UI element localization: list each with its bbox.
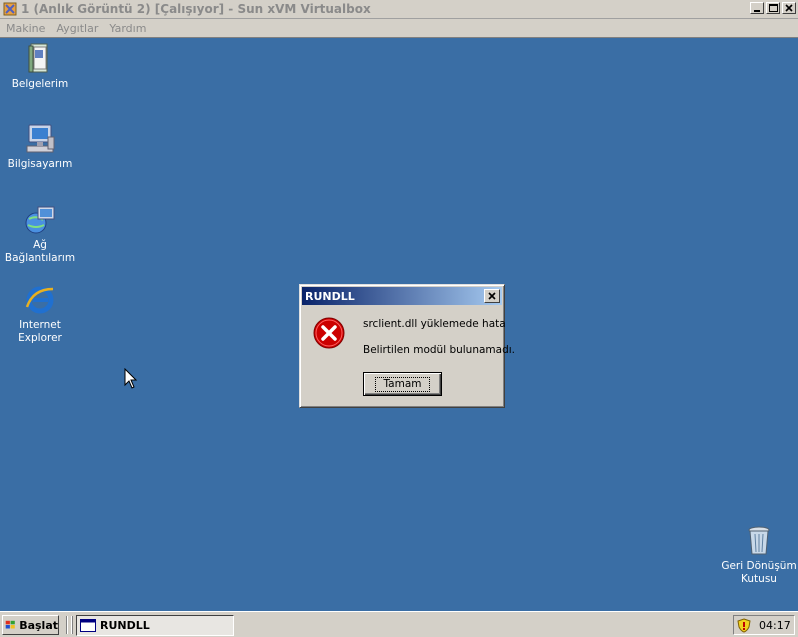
close-icon [488, 292, 496, 300]
start-button[interactable]: Başlat [2, 615, 59, 635]
taskbar-item-label: RUNDLL [100, 619, 150, 632]
desktop-icon-label-line1: Internet [19, 319, 61, 331]
security-shield-icon[interactable] [737, 617, 751, 633]
desktop-icon-label: Ağ Bağlantılarım [4, 239, 76, 264]
taskbar-item-rundll[interactable]: RUNDLL [76, 615, 234, 636]
close-button[interactable] [782, 2, 796, 14]
taskbar-separator [66, 616, 68, 634]
rundll-error-dialog: RUNDLL srclient.dll yüklemede hata Belir… [299, 284, 515, 408]
desktop-icon-label-line1: Geri Dönüşüm [721, 560, 797, 572]
dialog-close-button[interactable] [484, 289, 500, 303]
maximize-button[interactable] [766, 2, 780, 14]
menu-help[interactable]: Yardım [109, 22, 146, 35]
system-tray: 04:17 [733, 615, 795, 635]
dialog-title-bar[interactable]: RUNDLL [302, 287, 502, 305]
start-label: Başlat [19, 618, 58, 632]
computer-icon [26, 124, 55, 153]
windows-logo-icon [5, 620, 15, 629]
desktop-icon-documents[interactable]: Belgelerim [0, 42, 80, 91]
desktop-icon-internet-explorer[interactable]: Internet Explorer [0, 283, 80, 345]
taskbar-clock[interactable]: 04:17 [759, 619, 791, 632]
desktop-icon-label: Belgelerim [11, 78, 69, 90]
desktop-icon-recycle-bin[interactable]: Geri Dönüşüm Kutusu [719, 524, 798, 586]
desktop-icon-label-line2: Kutusu [741, 573, 777, 585]
ok-button[interactable]: Tamam [363, 372, 442, 396]
window-app-icon [80, 619, 96, 632]
menu-machine[interactable]: Makine [6, 22, 45, 35]
host-window-title: 1 (Anlık Görüntü 2) [Çalışıyor] - Sun xV… [21, 2, 371, 16]
host-menu-bar: Makine Aygıtlar Yardım [0, 19, 798, 38]
error-icon [313, 317, 345, 349]
desktop-icon-network[interactable]: Ağ Bağlantılarım [0, 203, 80, 265]
host-title-bar: 1 (Anlık Görüntü 2) [Çalışıyor] - Sun xV… [0, 0, 798, 19]
dialog-message-line1: srclient.dll yüklemede hata [363, 318, 506, 330]
desktop-icon-label-line2: Explorer [18, 332, 62, 344]
internet-explorer-icon [25, 286, 54, 314]
desktop-icon-label: Bilgisayarım [7, 158, 73, 170]
mouse-cursor-icon [124, 368, 138, 389]
network-icon [25, 206, 55, 234]
dialog-message-line2: Belirtilen modül bulunamadı. [363, 344, 516, 356]
minimize-icon [754, 10, 760, 12]
dialog-title: RUNDLL [305, 289, 355, 303]
desktop-icon-computer[interactable]: Bilgisayarım [0, 122, 80, 171]
virtualbox-icon [3, 2, 17, 16]
close-icon [785, 4, 793, 12]
taskbar: Başlat RUNDLL 04:17 [0, 611, 798, 637]
folder-documents-icon [28, 43, 48, 73]
minimize-button[interactable] [750, 2, 764, 14]
ok-button-label: Tamam [375, 376, 430, 392]
recycle-bin-icon [748, 526, 770, 555]
menu-devices[interactable]: Aygıtlar [56, 22, 98, 35]
taskbar-grip[interactable] [71, 616, 73, 634]
maximize-icon [768, 4, 778, 12]
